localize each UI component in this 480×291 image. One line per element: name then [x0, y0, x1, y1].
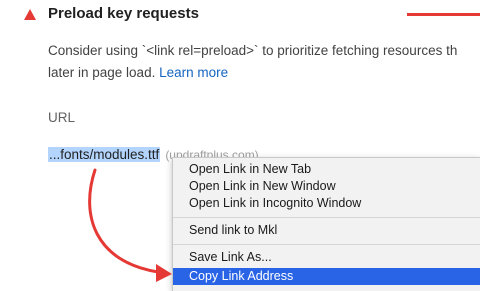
description-line-2: later in page load. Learn more [48, 62, 480, 84]
context-menu: Open Link in New Tab Open Link in New Wi… [172, 157, 480, 291]
audit-title: Preload key requests [48, 5, 199, 22]
warning-triangle-icon [24, 9, 36, 20]
description-line-1: Consider using `<link rel=preload>` to p… [48, 43, 458, 58]
resource-url-link[interactable]: ...fonts/modules.ttf [48, 147, 161, 162]
menu-item-open-incognito[interactable]: Open Link in Incognito Window [173, 195, 480, 212]
menu-item-save-link-as[interactable]: Save Link As... [173, 249, 480, 266]
url-column-header: URL [48, 110, 76, 125]
audit-description: Consider using `<link rel=preload>` to p… [48, 40, 480, 84]
score-bar [407, 13, 480, 16]
menu-item-open-new-window[interactable]: Open Link in New Window [173, 178, 480, 195]
menu-item-send-link[interactable]: Send link to Mkl [173, 222, 480, 239]
menu-separator [173, 217, 480, 218]
audit-header[interactable]: Preload key requests [0, 0, 480, 28]
learn-more-link[interactable]: Learn more [159, 65, 228, 80]
menu-item-copy-link-address[interactable]: Copy Link Address [173, 268, 480, 285]
menu-item-open-new-tab[interactable]: Open Link in New Tab [173, 161, 480, 178]
description-line-2-text: later in page load. [48, 65, 160, 80]
menu-separator [173, 244, 480, 245]
